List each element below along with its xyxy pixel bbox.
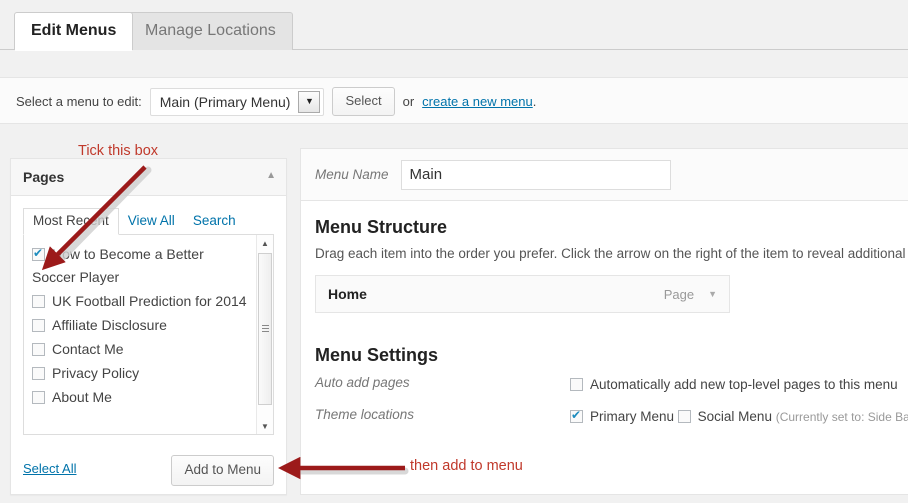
select-menu-label: Select a menu to edit: <box>16 94 142 109</box>
menu-structure-title: Menu Structure <box>315 217 908 238</box>
menu-item-type: Page <box>664 287 694 302</box>
list-item[interactable]: How to Become a Better Soccer Player <box>32 243 249 289</box>
list-item-label: Contact Me <box>52 341 124 357</box>
create-new-menu-link[interactable]: create a new menu <box>422 94 533 109</box>
select-button[interactable]: Select <box>332 87 394 116</box>
chevron-down-icon[interactable]: ▼ <box>708 289 717 299</box>
menu-settings-block: Menu Settings Auto add pages Automatical… <box>315 345 908 428</box>
menu-name-row: Menu Name <box>301 149 908 201</box>
period-text: . <box>533 94 537 109</box>
page-checkbox[interactable] <box>32 367 45 380</box>
menu-structure-description: Drag each item into the order you prefer… <box>315 246 908 261</box>
caret-up-icon[interactable]: ▲ <box>266 170 276 181</box>
pages-tab-most-recent[interactable]: Most Recent <box>23 208 119 235</box>
pages-panel: Pages ▲ Most Recent View All Search How … <box>10 158 287 495</box>
auto-add-pages-option[interactable]: Automatically add new top-level pages to… <box>570 377 898 392</box>
tab-manage-locations[interactable]: Manage Locations <box>128 12 293 50</box>
top-tab-bar: Edit Menus Manage Locations <box>0 0 908 50</box>
pages-list-box: How to Become a Better Soccer Player UK … <box>23 235 274 435</box>
select-all-link[interactable]: Select All <box>23 461 76 476</box>
primary-menu-checkbox[interactable] <box>570 410 583 423</box>
list-item[interactable]: Contact Me <box>32 338 249 361</box>
list-item-label: UK Football Prediction for 2014 <box>52 293 247 309</box>
pages-tab-view-all[interactable]: View All <box>119 209 184 234</box>
scroll-down-icon[interactable]: ▼ <box>257 418 273 434</box>
social-menu-note: (Currently set to: Side Bar) <box>776 410 908 424</box>
menu-settings-title: Menu Settings <box>315 345 908 366</box>
menu-name-label: Menu Name <box>315 167 389 182</box>
list-item[interactable]: Privacy Policy <box>32 362 249 385</box>
pages-tab-view-all-label: View All <box>128 213 175 228</box>
tab-edit-menus-label: Edit Menus <box>31 22 116 39</box>
theme-locations-label: Theme locations <box>315 406 570 422</box>
scroll-up-icon[interactable]: ▲ <box>257 235 273 251</box>
select-menu-bar: Select a menu to edit: Main (Primary Men… <box>0 77 908 124</box>
pages-panel-header[interactable]: Pages ▲ <box>11 159 286 196</box>
pages-list: How to Become a Better Soccer Player UK … <box>24 235 255 434</box>
chevron-down-icon: ▼ <box>298 91 320 113</box>
auto-add-pages-row: Auto add pages Automatically add new top… <box>315 374 908 396</box>
social-menu-label: Social Menu <box>698 409 772 424</box>
auto-add-pages-label: Auto add pages <box>315 374 570 390</box>
add-to-menu-button[interactable]: Add to Menu <box>171 455 274 486</box>
pages-tab-search[interactable]: Search <box>184 209 245 234</box>
page-checkbox[interactable] <box>32 248 45 261</box>
pages-tab-most-recent-label: Most Recent <box>33 213 109 228</box>
list-item-label: Privacy Policy <box>52 365 139 381</box>
list-item-label: About Me <box>52 389 112 405</box>
menu-editor-body: Menu Structure Drag each item into the o… <box>301 201 908 452</box>
or-text: or <box>403 94 415 109</box>
page-checkbox[interactable] <box>32 295 45 308</box>
page-checkbox[interactable] <box>32 319 45 332</box>
tab-manage-locations-label: Manage Locations <box>145 22 276 39</box>
create-new-menu-wrapper: create a new menu. <box>422 94 536 109</box>
page-checkbox[interactable] <box>32 391 45 404</box>
pages-panel-title: Pages <box>23 169 64 185</box>
pages-panel-footer: Select All Add to Menu <box>23 455 274 485</box>
menu-item-title: Home <box>328 286 664 302</box>
auto-add-pages-options: Automatically add new top-level pages to… <box>570 374 908 396</box>
annotation-tick-this-box: Tick this box <box>78 143 158 159</box>
auto-add-option-label: Automatically add new top-level pages to… <box>590 377 898 392</box>
theme-locations-row: Theme locations Primary Menu Social Menu… <box>315 406 908 428</box>
pages-panel-body: Most Recent View All Search How to Becom… <box>11 196 286 447</box>
list-item[interactable]: About Me <box>32 386 249 409</box>
primary-menu-label: Primary Menu <box>590 409 674 424</box>
location-option-social[interactable]: Social Menu (Currently set to: Side Bar) <box>678 409 908 424</box>
scrollbar-grip-icon <box>262 325 269 333</box>
pages-tab-search-label: Search <box>193 213 236 228</box>
scrollbar-thumb[interactable] <box>258 253 272 405</box>
social-menu-checkbox[interactable] <box>678 410 691 423</box>
theme-locations-options: Primary Menu Social Menu (Currently set … <box>570 406 908 428</box>
list-item-label: Affiliate Disclosure <box>52 317 167 333</box>
menu-name-input[interactable] <box>401 160 671 190</box>
pages-list-scrollbar[interactable]: ▲ ▼ <box>256 235 273 434</box>
menu-select-value: Main (Primary Menu) <box>151 94 299 110</box>
auto-add-checkbox[interactable] <box>570 378 583 391</box>
list-item[interactable]: UK Football Prediction for 2014 <box>32 290 249 313</box>
list-item[interactable]: Affiliate Disclosure <box>32 314 249 337</box>
tab-edit-menus[interactable]: Edit Menus <box>14 12 133 50</box>
menu-select-dropdown[interactable]: Main (Primary Menu) ▼ <box>150 88 325 116</box>
list-item-label: How to Become a Better Soccer Player <box>32 246 204 285</box>
page-checkbox[interactable] <box>32 343 45 356</box>
menu-item-row[interactable]: Home Page ▼ <box>315 275 730 313</box>
location-option-primary[interactable]: Primary Menu <box>570 409 674 424</box>
menu-editor-panel: Menu Name Menu Structure Drag each item … <box>300 148 908 495</box>
pages-tab-bar: Most Recent View All Search <box>23 208 274 235</box>
annotation-then-add-to-menu: then add to menu <box>410 458 523 474</box>
